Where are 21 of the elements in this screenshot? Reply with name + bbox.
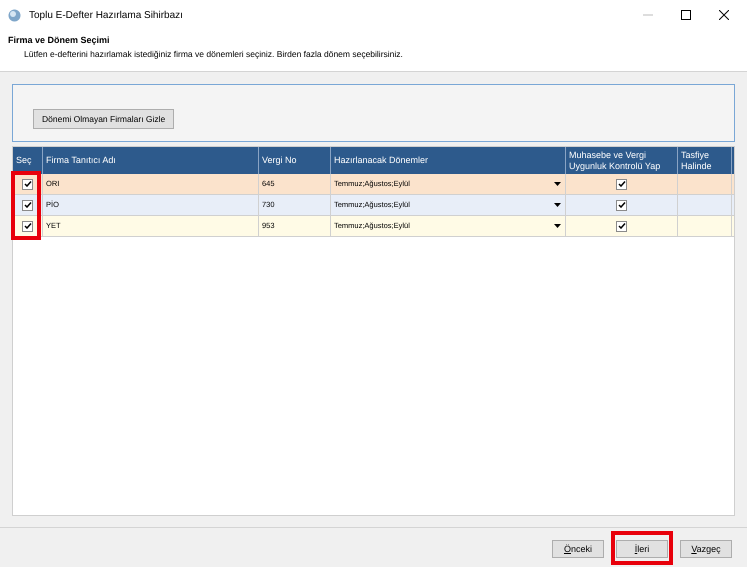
select-checkbox[interactable]	[22, 220, 33, 232]
app-icon	[8, 8, 21, 22]
dropdown-arrow-icon	[554, 224, 561, 228]
window-title: Toplu E-Defter Hazırlama Sihirbazı	[29, 8, 183, 22]
section-title: Firma ve Dönem Seçimi	[8, 34, 111, 47]
select-checkbox[interactable]	[22, 178, 33, 190]
dropdown-arrow-icon	[554, 182, 561, 186]
wizard-button[interactable]: Önceki	[552, 540, 604, 558]
close-icon[interactable]	[719, 10, 729, 20]
maximize-icon[interactable]	[681, 10, 691, 20]
select-checkbox[interactable]	[22, 200, 33, 210]
dropdown-arrow-icon	[554, 203, 561, 207]
check-checkbox[interactable]	[616, 200, 627, 210]
column-header: Seç	[13, 147, 43, 174]
check-checkbox[interactable]	[616, 178, 627, 190]
wizard-button[interactable]: Vazgeç	[680, 540, 732, 558]
wizard-button[interactable]: İleri	[616, 540, 668, 558]
hide-firms-button[interactable]: Dönemi Olmayan Firmaları Gizle	[33, 109, 174, 129]
highlight-frame	[11, 171, 41, 240]
check-checkbox[interactable]	[616, 220, 627, 232]
section-description: Lütfen e-defterini hazırlamak istediğiniz firma ve dönemleri seçiniz. Birden fazla dönem seçebilirsiniz.	[23, 48, 404, 60]
